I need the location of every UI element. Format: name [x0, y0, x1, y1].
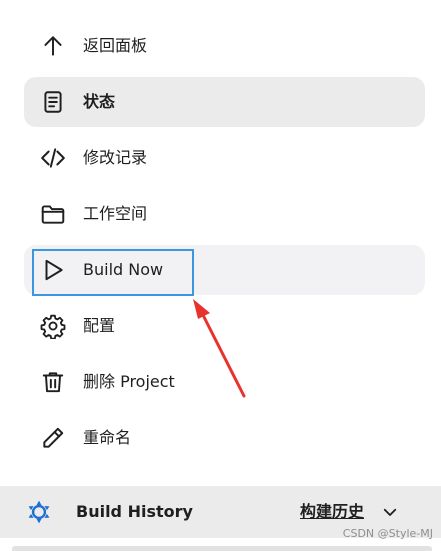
- nav-item-delete-project[interactable]: 删除 Project: [24, 357, 425, 407]
- nav-label: 重命名: [83, 428, 132, 447]
- folder-icon: [40, 201, 66, 227]
- nav-label: 删除 Project: [83, 372, 175, 391]
- nav-label: 修改记录: [83, 148, 148, 167]
- watermark: CSDN @Style-MJ: [342, 527, 433, 540]
- nav-label: 状态: [83, 92, 116, 111]
- nav-label: 工作空间: [83, 204, 148, 223]
- nav-label: 配置: [83, 316, 116, 335]
- build-history-icon: [28, 500, 50, 524]
- document-icon: [40, 89, 66, 115]
- next-panel-edge: [12, 546, 432, 551]
- trash-icon: [40, 369, 66, 395]
- pencil-icon: [40, 425, 66, 451]
- chevron-down-icon[interactable]: [381, 503, 399, 521]
- nav-item-back-to-dashboard[interactable]: 返回面板: [24, 21, 425, 71]
- build-history-title: Build History: [76, 502, 193, 521]
- highlight-box: [32, 249, 194, 296]
- arrow-up-icon: [40, 33, 66, 59]
- nav-item-configure[interactable]: 配置: [24, 301, 425, 351]
- nav-label: 返回面板: [83, 36, 148, 55]
- nav-item-changes[interactable]: 修改记录: [24, 133, 425, 183]
- nav-item-status[interactable]: 状态: [24, 77, 425, 127]
- gear-icon: [40, 313, 66, 339]
- code-icon: [40, 145, 66, 171]
- nav-item-workspace[interactable]: 工作空间: [24, 189, 425, 239]
- nav-item-rename[interactable]: 重命名: [24, 413, 425, 463]
